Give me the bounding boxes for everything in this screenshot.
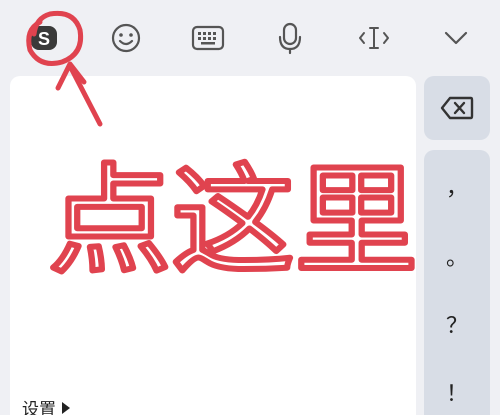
cursor-icon bbox=[359, 27, 389, 49]
backspace-icon bbox=[440, 96, 474, 120]
sogou-logo-button[interactable]: S bbox=[20, 14, 68, 62]
keyboard: S 设置 ， 。 ？ ！ 点这里 bbox=[0, 0, 500, 415]
logo-letter: S bbox=[38, 29, 50, 49]
keyboard-icon bbox=[191, 25, 225, 51]
play-triangle-icon bbox=[62, 401, 70, 414]
punctuation-column: ， 。 ？ ！ bbox=[424, 150, 490, 415]
sogou-logo-icon: S bbox=[31, 26, 57, 50]
keyboard-button[interactable] bbox=[184, 14, 232, 62]
settings-label: 设置 bbox=[22, 400, 56, 415]
microphone-button[interactable] bbox=[266, 14, 314, 62]
comma-key[interactable]: ， bbox=[424, 170, 490, 202]
exclamation-key[interactable]: ！ bbox=[424, 376, 490, 408]
cursor-button[interactable] bbox=[350, 14, 398, 62]
settings-button[interactable]: 设置 bbox=[22, 395, 70, 415]
question-key[interactable]: ？ bbox=[424, 308, 490, 340]
collapse-keyboard-button[interactable] bbox=[432, 14, 480, 62]
emoji-button[interactable] bbox=[102, 14, 150, 62]
microphone-icon bbox=[278, 22, 302, 55]
emoji-icon bbox=[111, 23, 141, 53]
period-key[interactable]: 。 bbox=[424, 240, 490, 272]
handwriting-pad[interactable] bbox=[10, 76, 416, 415]
chevron-down-icon bbox=[444, 31, 468, 45]
backspace-key[interactable] bbox=[424, 76, 490, 140]
toolbar: S bbox=[0, 0, 500, 76]
